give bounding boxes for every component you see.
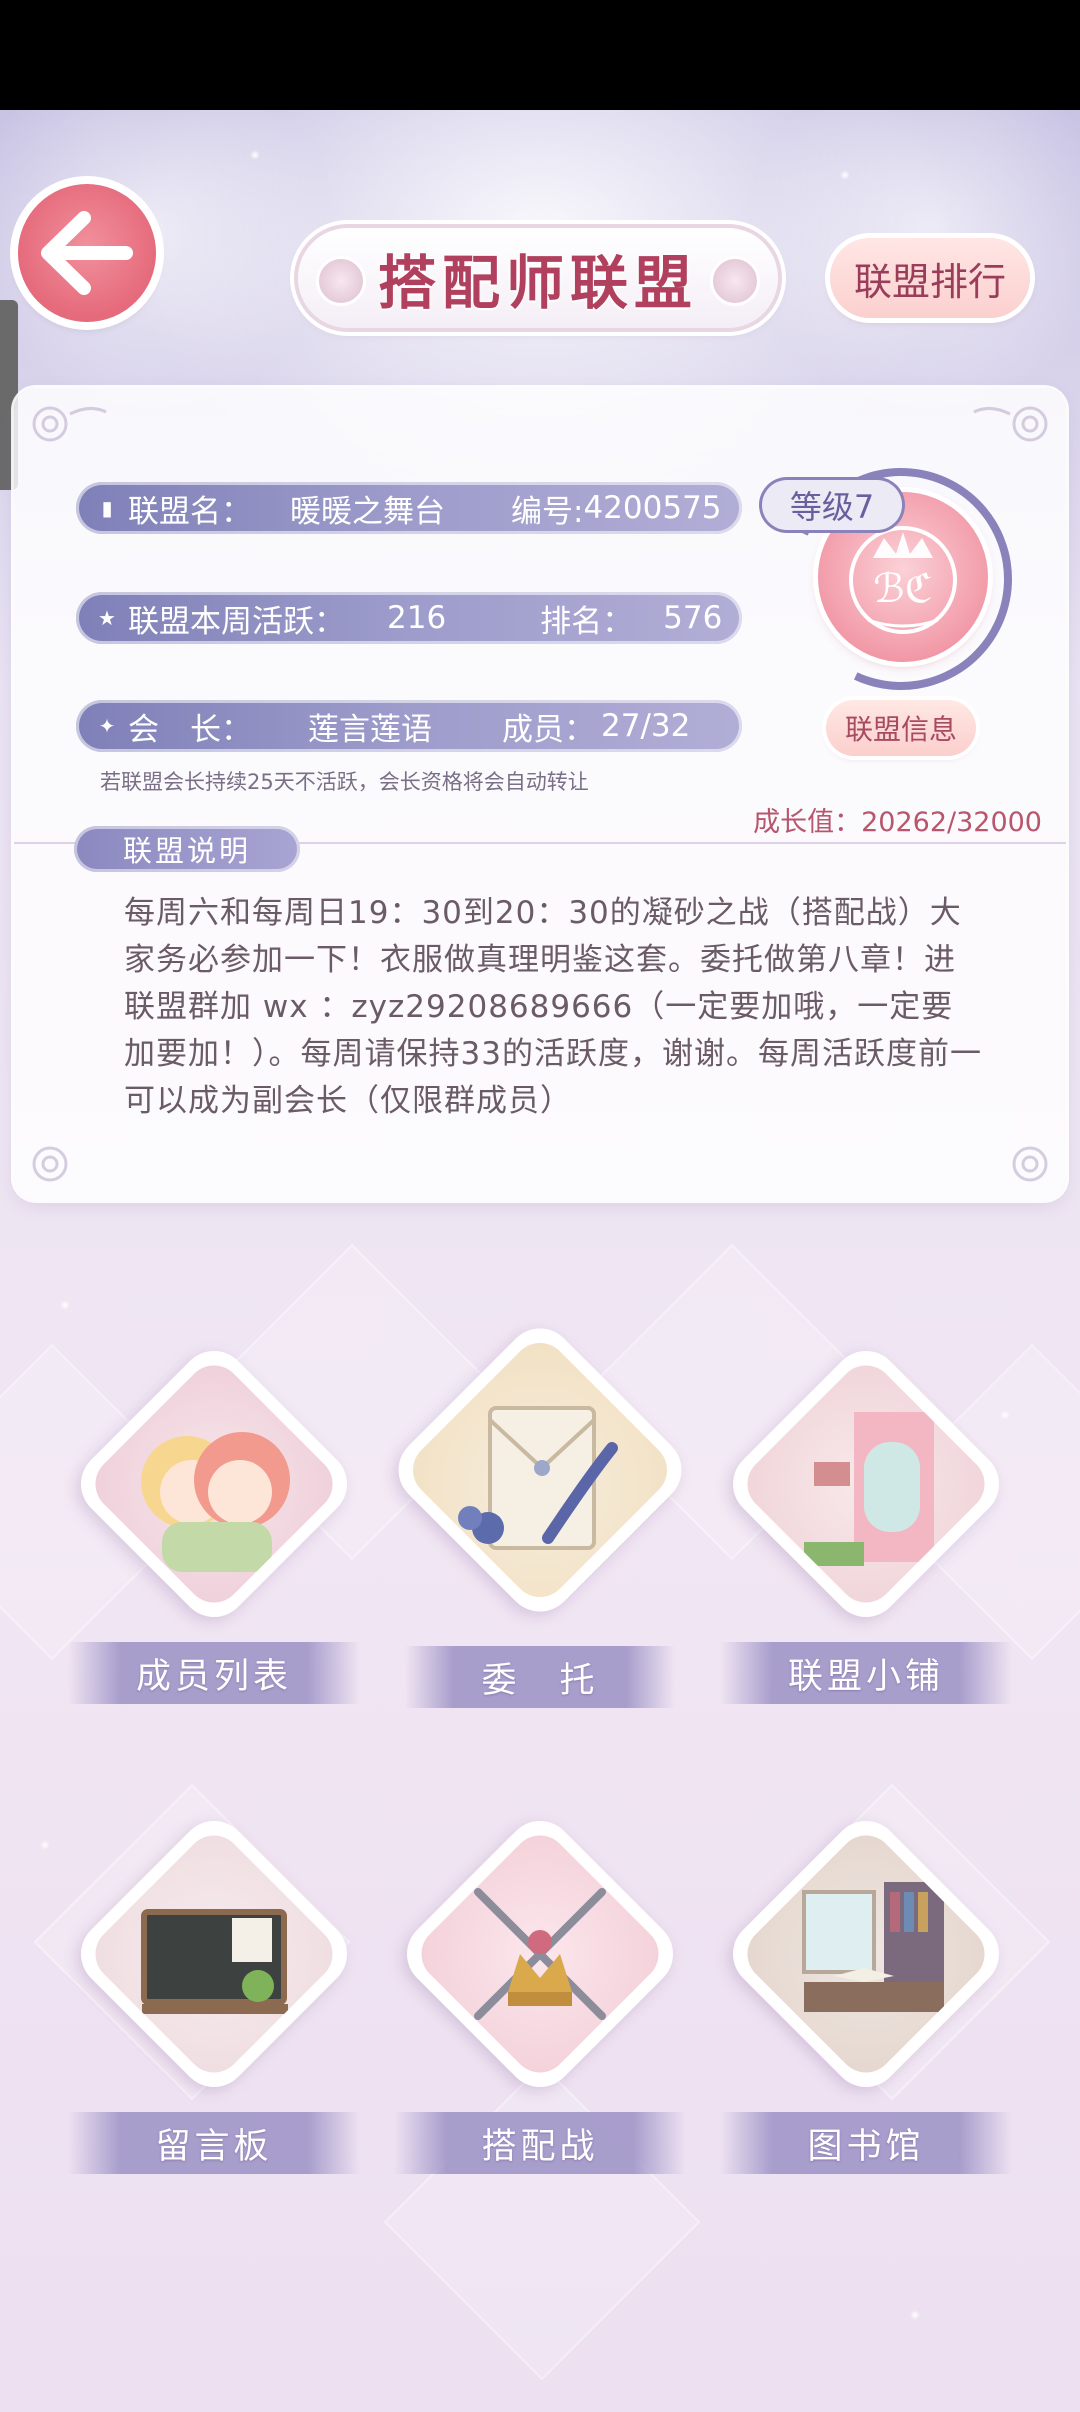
star-icon: ★ xyxy=(98,606,116,630)
name-label: 联盟名： xyxy=(128,493,252,530)
alliance-rank: 576 xyxy=(663,600,723,636)
weekly-activity: 216 xyxy=(387,600,447,636)
alliance-ranking-button[interactable]: 联盟排行 xyxy=(830,238,1030,318)
leader-transfer-notice: 若联盟会长持续25天不活跃，会长资格将会自动转让 xyxy=(100,770,589,794)
leader-label: 会 长： xyxy=(128,711,252,748)
title-banner: 搭配师联盟 xyxy=(298,228,778,328)
girls-portrait-icon xyxy=(141,1432,290,1572)
rose-corner-icon xyxy=(32,1146,68,1182)
alliance-description: 每周六和每周日19：30到20：30的凝砂之战（搭配战）大家务必参加一下！衣服做… xyxy=(124,895,982,1119)
tile-art xyxy=(735,1353,997,1615)
rose-corner-icon xyxy=(32,406,107,442)
leader-row: ✦ 会 长： 莲言莲语 成员： 27/32 xyxy=(76,700,742,752)
chalkboard-icon xyxy=(141,1909,288,2014)
rank-label: 排名： xyxy=(540,603,634,640)
bookshelf-icon xyxy=(802,1882,944,2012)
tile-art xyxy=(409,1823,671,2085)
rose-ornament-right xyxy=(710,256,760,306)
alliance-name-row: ▮ 联盟名： 暖暖之舞台 编号: 4200575 xyxy=(76,482,742,534)
letter-quill-icon xyxy=(458,1406,618,1550)
tile-art xyxy=(735,1823,997,2085)
level-badge: 等级7 xyxy=(762,480,902,530)
members-label: 成员： xyxy=(502,711,595,748)
rose-corner-icon xyxy=(1012,1146,1048,1182)
tile-art xyxy=(83,1353,345,1615)
arrow-left-icon xyxy=(41,211,133,295)
message-board-tile[interactable]: 留言板 xyxy=(64,1806,364,2174)
rose-corner-icon xyxy=(973,406,1048,442)
svg-text:ℬℭ: ℬℭ xyxy=(873,566,933,612)
growth-value: 成长值：20262/32000 xyxy=(753,807,1042,838)
status-bar xyxy=(0,0,1080,110)
description-tag: 联盟说明 xyxy=(74,826,300,872)
alliance-shop-tile[interactable]: 联盟小铺 xyxy=(716,1336,1016,1704)
crossed-swords-crown-icon xyxy=(474,1888,606,2020)
commission-tile[interactable]: 委 托 xyxy=(384,1314,696,1708)
library-label: 图书馆 xyxy=(720,2112,1012,2174)
back-button[interactable] xyxy=(18,184,156,322)
alliance-name: 暖暖之舞台 xyxy=(290,493,445,530)
book-icon: ▮ xyxy=(101,496,113,520)
rose-ornament-left xyxy=(316,256,366,306)
id-label: 编号: xyxy=(511,493,584,530)
page-title: 搭配师联盟 xyxy=(377,249,698,317)
shop-building-icon xyxy=(804,1412,934,1566)
styling-battle-label: 搭配战 xyxy=(394,2112,686,2174)
tile-art xyxy=(401,1331,679,1609)
tile-art xyxy=(83,1823,345,2085)
alliance-shop-label: 联盟小铺 xyxy=(720,1642,1012,1704)
activity-label: 联盟本周活跃： xyxy=(128,603,345,640)
library-tile[interactable]: 图书馆 xyxy=(716,1806,1016,2174)
member-count: 27/32 xyxy=(601,708,691,744)
styling-battle-tile[interactable]: 搭配战 xyxy=(390,1806,690,2174)
alliance-info-button[interactable]: 联盟信息 xyxy=(826,700,976,756)
member-list-tile[interactable]: 成员列表 xyxy=(64,1336,364,1704)
sparkle-icon: ✦ xyxy=(98,714,116,738)
member-list-label: 成员列表 xyxy=(68,1642,360,1704)
weekly-activity-row: ★ 联盟本周活跃： 216 排名： 576 xyxy=(76,592,742,644)
commission-label: 委 托 xyxy=(405,1646,675,1708)
alliance-id: 4200575 xyxy=(583,490,722,526)
leader-name: 莲言莲语 xyxy=(308,711,432,748)
message-board-label: 留言板 xyxy=(68,2112,360,2174)
